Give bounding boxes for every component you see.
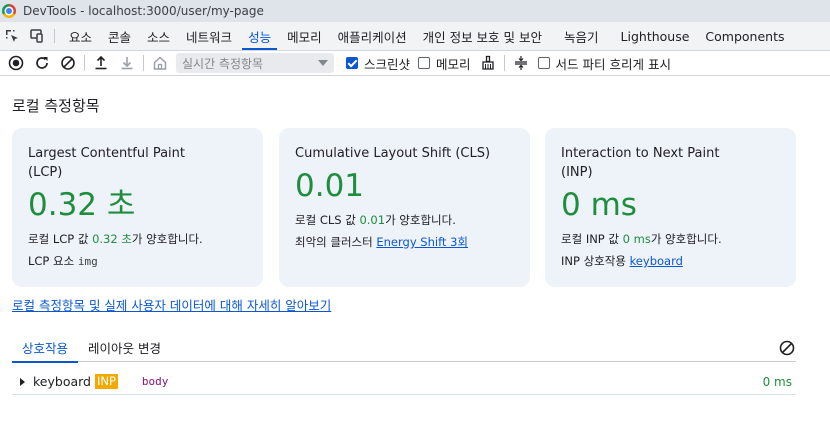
memory-label: 메모리 (436, 56, 471, 72)
clear-interactions-button[interactable] (778, 339, 796, 357)
inp-desc-prefix: 로컬 INP 값 (561, 232, 623, 246)
collect-garbage-button[interactable] (475, 52, 501, 74)
reload-record-button[interactable] (29, 52, 55, 74)
inp-metric-name: Interaction to Next Paint (INP) (561, 146, 720, 180)
checkbox-unchecked-icon[interactable] (418, 57, 431, 69)
upload-icon (95, 55, 107, 70)
lcp-desc-prefix: 로컬 LCP 값 (28, 232, 93, 246)
lcp-element-node[interactable]: img (78, 255, 98, 268)
lcp-metric-value: 0.32 초 (28, 187, 136, 223)
tab-components[interactable]: Components (697, 22, 792, 50)
expand-triangle-icon[interactable] (20, 377, 25, 386)
tab-network[interactable]: 네트워크 (178, 22, 240, 50)
inp-badge: INP (94, 374, 118, 389)
interactions-tabs: 상호작용 레이아웃 변경 (12, 339, 796, 363)
throttle-select[interactable]: 실시간 측정항목 (176, 53, 334, 73)
cls-card: Cumulative Layout Shift (CLS) 0.01 로컬 CL… (279, 128, 530, 287)
clear-button[interactable] (55, 52, 81, 74)
cls-metric-name: Cumulative Layout Shift (CLS) (295, 146, 491, 161)
chevron-down-icon (318, 60, 328, 66)
tab-memory[interactable]: 메모리 (279, 22, 330, 50)
tab-lighthouse[interactable]: Lighthouse (607, 22, 698, 50)
inp-card: Interaction to Next Paint (INP) 0 ms 로컬 … (545, 128, 796, 287)
save-profile-button[interactable] (114, 52, 140, 74)
clear-icon (779, 340, 795, 356)
window-title: DevTools - localhost:3000/user/my-page (23, 4, 264, 18)
inp-interaction-label: INP 상호작용 (561, 254, 626, 268)
load-profile-button[interactable] (88, 52, 114, 74)
reload-icon (36, 57, 48, 69)
cls-desc-value: 0.01 (359, 213, 386, 227)
lcp-element-label: LCP 요소 (28, 254, 75, 268)
devtools-tab-bar: 요소 콘솔 소스 네트워크 성능 메모리 애플리케이션 개인 정보 보호 및 보… (0, 22, 830, 51)
interaction-type: keyboard (33, 374, 91, 389)
tab-separator (54, 29, 55, 43)
dim-collapse-button[interactable] (508, 52, 534, 74)
home-button[interactable] (147, 52, 173, 74)
cls-worst-cluster-link[interactable]: Energy Shift 3회 (376, 235, 468, 249)
inp-interaction-link[interactable]: keyboard (630, 254, 683, 268)
inp-desc-value: 0 ms (622, 232, 651, 246)
cls-metric-value: 0.01 (295, 168, 365, 204)
toolbar-separator (84, 55, 85, 71)
learn-more-link[interactable]: 로컬 측정항목 및 실제 사용자 데이터에 대해 자세히 알아보기 (12, 295, 331, 314)
home-icon (153, 56, 167, 70)
third-party-label: 서드 파티 흐리게 표시 (555, 56, 671, 72)
screenshot-checkbox[interactable]: 스크린샷 (346, 54, 410, 73)
inp-metric-value: 0 ms (561, 187, 637, 223)
tab-privacy-security[interactable]: 개인 정보 보호 및 보안 (415, 22, 550, 50)
lcp-desc-suffix: 가 양호합니다. (131, 232, 203, 246)
cls-description: 로컬 CLS 값 0.01가 양호합니다. (295, 211, 530, 229)
toolbar-separator (143, 55, 144, 71)
interaction-row[interactable]: keyboard INP body 0 ms (12, 369, 796, 395)
performance-toolbar: 실시간 측정항목 스크린샷 메모리 서드 파티 흐리게 표시 (0, 51, 830, 76)
lcp-card: Largest Contentful Paint (LCP) 0.32 초 로컬… (12, 128, 263, 287)
tab-performance[interactable]: 성능 (240, 22, 279, 50)
tab-interactions[interactable]: 상호작용 (12, 339, 79, 363)
section-title: 로컬 측정항목 (12, 97, 100, 115)
title-bar: DevTools - localhost:3000/user/my-page (0, 0, 830, 22)
cls-worst-cluster-row: 최악의 클러스터 Energy Shift 3회 (295, 233, 530, 251)
throttle-select-label: 실시간 측정항목 (182, 56, 264, 71)
tab-application[interactable]: 애플리케이션 (330, 22, 415, 50)
lcp-element-row: LCP 요소 img (28, 252, 263, 271)
interaction-node[interactable]: body (142, 375, 169, 388)
record-button[interactable] (3, 52, 29, 74)
chrome-logo-icon (2, 4, 16, 18)
screenshot-label: 스크린샷 (364, 56, 411, 72)
device-toolbar-icon[interactable] (24, 22, 48, 50)
live-metrics-view: 로컬 측정항목 Largest Contentful Paint (LCP) 0… (0, 77, 830, 442)
tab-recorder[interactable]: 녹음기 (550, 22, 607, 50)
lcp-desc-value: 0.32 초 (92, 232, 132, 246)
checkbox-unchecked-icon[interactable] (537, 57, 550, 69)
inp-desc-suffix: 가 양호합니다. (650, 232, 722, 246)
cls-desc-prefix: 로컬 CLS 값 (295, 213, 360, 227)
lcp-metric-name: Largest Contentful Paint (LCP) (28, 146, 186, 180)
tab-console[interactable]: 콘솔 (100, 22, 139, 50)
inspect-element-icon[interactable] (0, 22, 24, 50)
third-party-dim-checkbox[interactable]: 서드 파티 흐리게 표시 (537, 54, 671, 73)
interaction-duration: 0 ms (762, 374, 792, 389)
broom-icon (481, 55, 494, 70)
inp-interaction-row: INP 상호작용 keyboard (561, 252, 796, 270)
cls-worst-label: 최악의 클러스터 (295, 235, 373, 249)
inp-description: 로컬 INP 값 0 ms가 양호합니다. (561, 230, 796, 248)
download-icon (121, 57, 133, 70)
tab-elements[interactable]: 요소 (61, 22, 100, 50)
record-icon (8, 55, 24, 71)
toolbar-separator (503, 55, 505, 71)
cls-desc-suffix: 가 양호합니다. (385, 213, 456, 227)
memory-checkbox[interactable]: 메모리 (418, 54, 471, 73)
vertical-collapse-icon (514, 56, 527, 70)
lcp-description: 로컬 LCP 값 0.32 초가 양호합니다. (28, 230, 263, 248)
clear-icon (61, 56, 75, 70)
tab-sources[interactable]: 소스 (139, 22, 178, 50)
checkbox-checked-icon[interactable] (346, 57, 358, 69)
tab-layout-shifts[interactable]: 레이아웃 변경 (78, 339, 171, 361)
